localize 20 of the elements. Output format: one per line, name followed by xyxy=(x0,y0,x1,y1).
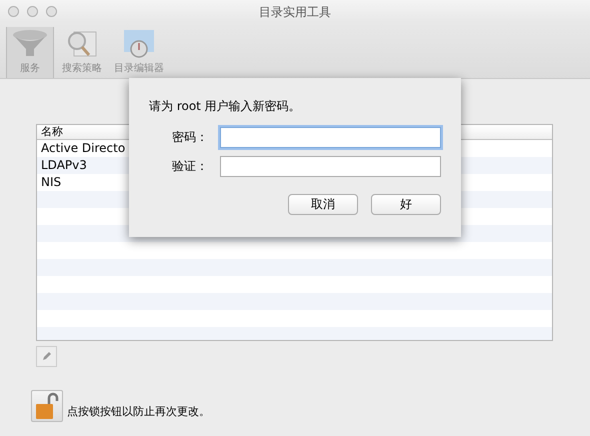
window-title: 目录实用工具 xyxy=(259,4,331,21)
password-field[interactable] xyxy=(220,156,441,177)
field-label: 验证： xyxy=(171,158,209,175)
zoom-window-icon[interactable] xyxy=(46,6,57,16)
list-item[interactable]: Active Directo xyxy=(41,141,126,155)
edit-button[interactable] xyxy=(36,346,57,367)
list-item[interactable]: LDAPv3 xyxy=(41,158,87,172)
dialog-button[interactable]: 好 xyxy=(371,194,441,215)
minimize-window-icon[interactable] xyxy=(27,6,38,16)
funnel-icon xyxy=(10,29,50,59)
list-item[interactable]: NIS xyxy=(41,175,62,189)
compass-map-icon xyxy=(121,29,157,59)
lock-hint-text: 点按锁按钮以防止再次更改。 xyxy=(67,404,210,418)
dialog-button[interactable]: 取消 xyxy=(288,194,358,215)
password-field[interactable] xyxy=(220,127,441,148)
pencil-icon xyxy=(41,351,52,362)
lock-button[interactable] xyxy=(31,390,63,422)
open-padlock-icon xyxy=(35,392,59,420)
close-window-icon[interactable] xyxy=(8,6,19,16)
dialog-message: 请为 root 用户输入新密码。 xyxy=(149,98,302,115)
